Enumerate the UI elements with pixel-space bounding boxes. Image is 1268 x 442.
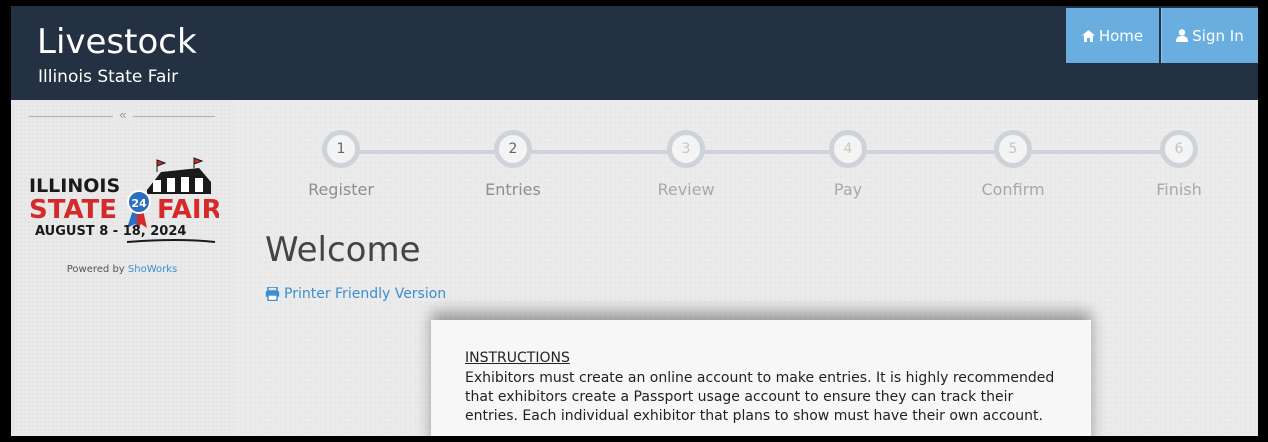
step-6-label: Finish	[1156, 180, 1202, 199]
print-icon	[265, 287, 280, 301]
step-2-circle: 2	[494, 130, 532, 168]
step-5-label: Confirm	[981, 180, 1045, 199]
svg-text:ILLINOIS: ILLINOIS	[29, 175, 120, 197]
home-button[interactable]: Home	[1066, 8, 1159, 63]
powered-by-text: Powered by ShoWorks	[66, 264, 178, 275]
collapse-sidebar-icon[interactable]: «	[113, 106, 133, 124]
home-label: Home	[1098, 26, 1144, 45]
main-content: 1 Register 2 Entries 3 Review 4 Pay 5 Co…	[233, 100, 1258, 436]
instructions-text: Exhibitors must create an online account…	[465, 370, 1055, 424]
step-6-circle: 6	[1160, 130, 1198, 168]
instructions-card: INSTRUCTIONS Exhibitors must create an o…	[431, 320, 1091, 436]
instructions-heading: INSTRUCTIONS	[465, 350, 570, 366]
sign-in-label: Sign In	[1192, 26, 1244, 45]
step-1-label: Register	[308, 180, 374, 199]
user-icon	[1176, 29, 1189, 42]
sidebar: « ILLINOIS STATE FAIR 24 AUGUST 8 - 18, …	[11, 100, 233, 436]
step-1-circle: 1	[322, 130, 360, 168]
app-title: Livestock	[37, 22, 197, 62]
app-window: Livestock Illinois State Fair Home Sign …	[11, 6, 1258, 436]
svg-text:FAIR: FAIR	[157, 195, 219, 225]
printer-link-label: Printer Friendly Version	[284, 286, 447, 302]
svg-text:AUGUST 8 - 18, 2024: AUGUST 8 - 18, 2024	[35, 224, 186, 239]
svg-text:24: 24	[131, 197, 147, 210]
step-4-label: Pay	[833, 180, 863, 199]
barn-icon	[147, 157, 211, 194]
stepper-track	[357, 150, 1167, 154]
home-icon	[1081, 29, 1095, 42]
page-title: Welcome	[265, 230, 421, 270]
step-3-circle: 3	[667, 130, 705, 168]
progress-stepper: 1 Register 2 Entries 3 Review 4 Pay 5 Co…	[233, 100, 1258, 220]
showorks-link[interactable]: ShoWorks	[128, 264, 177, 275]
printer-friendly-link[interactable]: Printer Friendly Version	[265, 286, 446, 302]
step-3-label: Review	[657, 180, 715, 199]
illinois-state-fair-logo: ILLINOIS STATE FAIR 24 AUGUST 8 - 18, 20…	[29, 157, 219, 243]
sign-in-button[interactable]: Sign In	[1161, 8, 1258, 63]
step-4-circle: 4	[829, 130, 867, 168]
top-header: Livestock Illinois State Fair Home Sign …	[11, 6, 1258, 100]
app-subtitle: Illinois State Fair	[38, 67, 179, 87]
step-5-circle: 5	[994, 130, 1032, 168]
svg-text:STATE: STATE	[29, 195, 117, 225]
step-2-label: Entries	[485, 180, 541, 199]
